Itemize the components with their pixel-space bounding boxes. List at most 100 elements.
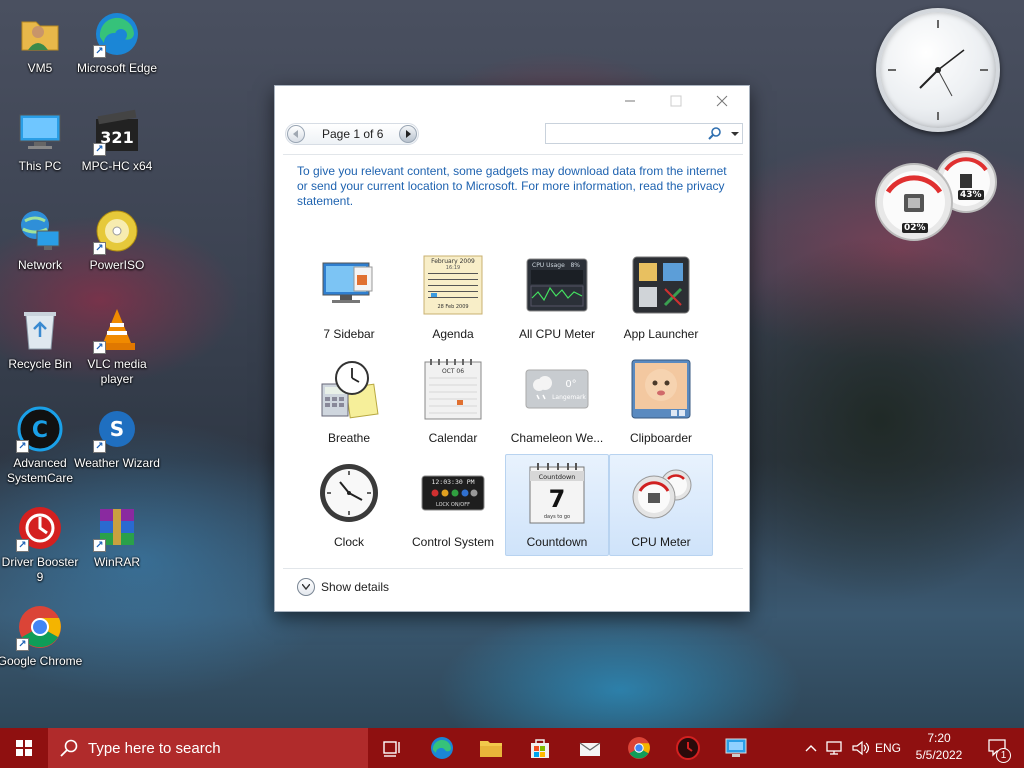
close-button[interactable] [699, 86, 745, 116]
show-hidden-icons-button[interactable] [802, 728, 820, 768]
disc-icon: ↗ [93, 207, 141, 255]
desktop-icon-this-pc[interactable]: This PC [2, 104, 78, 196]
input-language-button[interactable]: ENG [872, 728, 904, 768]
desktop-icon-label: VM5 [27, 61, 53, 75]
computer-icon [725, 738, 747, 757]
desktop-icon-edge[interactable]: ↗ Microsoft Edge [77, 6, 157, 98]
chevron-up-icon [805, 745, 817, 752]
gadgets-window: Page 1 of 6 To give you relevant content… [274, 85, 750, 612]
edge-icon: ↗ [93, 10, 141, 58]
gadget-name: App Launcher [623, 327, 699, 341]
desktop-cpu-meter-gadget[interactable]: 02% 43% [874, 150, 1002, 245]
computer-icon [16, 108, 64, 156]
gadget-tile-breathe[interactable]: Breathe [297, 350, 401, 452]
taskbar-search-box[interactable]: Type here to search [48, 728, 368, 768]
previous-page-button[interactable] [287, 125, 305, 143]
search-icon[interactable] [708, 127, 722, 141]
taskbar-chrome-button[interactable] [615, 728, 663, 768]
desktop-icon-label: Network [17, 258, 62, 272]
speaker-icon [852, 740, 869, 756]
task-view-icon [383, 741, 400, 757]
desktop-icon-poweriso[interactable]: ↗ PowerISO [79, 203, 155, 295]
weather-wizard-icon: S ↗ [93, 405, 141, 453]
desktop-icon-google-chrome[interactable]: ↗ Google Chrome [0, 599, 82, 691]
countdown-thumb-header: Countdown [539, 473, 576, 481]
systemcare-icon: C ↗ [16, 405, 64, 453]
cpu-meter-gauge-icon [629, 461, 693, 525]
gadget-tile-clipboarder[interactable]: Clipboarder [609, 350, 713, 452]
vlc-cone-icon: ↗ [93, 306, 141, 354]
desktop-icon-recycle-bin[interactable]: Recycle Bin [2, 302, 78, 394]
task-view-button[interactable] [368, 728, 416, 768]
taskbar-edge-button[interactable] [418, 728, 466, 768]
desktop-icon-winrar[interactable]: ↗ WinRAR [79, 500, 155, 592]
driver-booster-icon: ↗ [16, 504, 64, 552]
arrow-left-icon [293, 130, 298, 138]
gadget-tile-cpu-meter[interactable]: CPU Meter [609, 454, 713, 556]
maximize-icon [670, 95, 682, 107]
show-details-toggle[interactable]: Show details [297, 578, 389, 596]
desktop-icon-vlc[interactable]: ↗ VLC media player [79, 302, 155, 394]
desktop-icon-label: MPC-HC x64 [81, 159, 153, 173]
network-status-button[interactable] [822, 728, 846, 768]
gadget-name: All CPU Meter [518, 327, 595, 341]
next-page-button[interactable] [399, 125, 417, 143]
svg-text:S: S [110, 417, 124, 441]
desktop-icon-label: This PC [18, 159, 62, 173]
app-launcher-icon [629, 253, 693, 317]
footer-divider [283, 568, 743, 569]
baby-photo-icon [629, 357, 693, 421]
gadget-tile-all-cpu-meter[interactable]: CPU Usage 8% All CPU Meter [505, 246, 609, 348]
network-icon [16, 207, 64, 255]
gadget-tile-control-system[interactable]: 12:03:30 PM LOCK ON/OFF Control System [401, 454, 505, 556]
window-titlebar[interactable] [275, 86, 749, 116]
agenda-thumb-time: 16:19 [446, 265, 460, 271]
action-center-button[interactable]: 1 [978, 728, 1018, 768]
desktop-icon-network[interactable]: Network [2, 203, 78, 295]
gadget-tile-clock[interactable]: Clock [297, 454, 401, 556]
desktop-icon-vm5[interactable]: VM5 [2, 6, 78, 98]
desktop-icon-label: Microsoft Edge [76, 61, 158, 75]
privacy-info-link[interactable]: To give you relevant content, some gadge… [297, 164, 729, 209]
close-icon [716, 95, 728, 107]
toolbar-divider [283, 154, 743, 155]
gadget-tile-agenda[interactable]: February 2009 16:19 28 Feb 2009 Agenda [401, 246, 505, 348]
minimize-icon [625, 100, 635, 102]
gadget-tile-countdown[interactable]: Countdown 7 days to go Countdown [505, 454, 609, 556]
gadget-tile-calendar[interactable]: OCT 06 Calendar [401, 350, 505, 452]
chameleon-thumb-temperature: 0° [565, 379, 576, 390]
gadget-name: Breathe [327, 431, 371, 445]
start-button[interactable] [0, 728, 48, 768]
maximize-button[interactable] [653, 86, 699, 116]
minimize-button[interactable] [607, 86, 653, 116]
taskbar-mail-button[interactable] [566, 728, 614, 768]
taskbar-system-app-button[interactable] [712, 728, 760, 768]
desktop-icon-driver-booster[interactable]: ↗ Driver Booster 9 [2, 500, 78, 592]
desktop-icon-label: VLC media player [87, 357, 147, 386]
desktop-icon-label: Weather Wizard [74, 456, 160, 470]
gadget-search-input[interactable] [545, 123, 743, 144]
gadget-name: Clock [333, 535, 364, 549]
shortcut-arrow-icon: ↗ [93, 539, 106, 552]
gadget-tile-chameleon-weather[interactable]: 0° Langemark Chameleon We... [505, 350, 609, 452]
chameleon-thumb-location: Langemark [552, 394, 586, 401]
taskbar-clock[interactable]: 7:20 5/5/2022 [908, 730, 970, 766]
desktop-icon-advanced-systemcare[interactable]: C ↗ Advanced SystemCare [2, 401, 78, 493]
gadget-tile-app-launcher[interactable]: App Launcher [609, 246, 713, 348]
countdown-thumb-footer: days to go [544, 514, 570, 520]
gadget-tile-7-sidebar[interactable]: 7 Sidebar [297, 246, 401, 348]
winrar-icon: ↗ [93, 504, 141, 552]
desktop-icon-weather-wizard[interactable]: S ↗ Weather Wizard [74, 401, 160, 493]
desktop-icon-mpc-hc[interactable]: 321 ↗ MPC-HC x64 [79, 104, 155, 196]
taskbar-store-button[interactable] [516, 728, 564, 768]
chevron-down-icon[interactable] [730, 130, 740, 140]
analog-clock-icon [317, 461, 381, 525]
desktop-icon-label: Advanced SystemCare [6, 456, 74, 485]
taskbar-file-explorer-button[interactable] [467, 728, 515, 768]
svg-text:C: C [32, 418, 48, 443]
volume-button[interactable] [848, 728, 872, 768]
page-indicator: Page 1 of 6 [322, 127, 384, 141]
taskbar-driver-booster-button[interactable] [664, 728, 712, 768]
cpu-usage-readout: 02% [902, 223, 928, 233]
desktop-clock-gadget[interactable] [876, 8, 1000, 132]
